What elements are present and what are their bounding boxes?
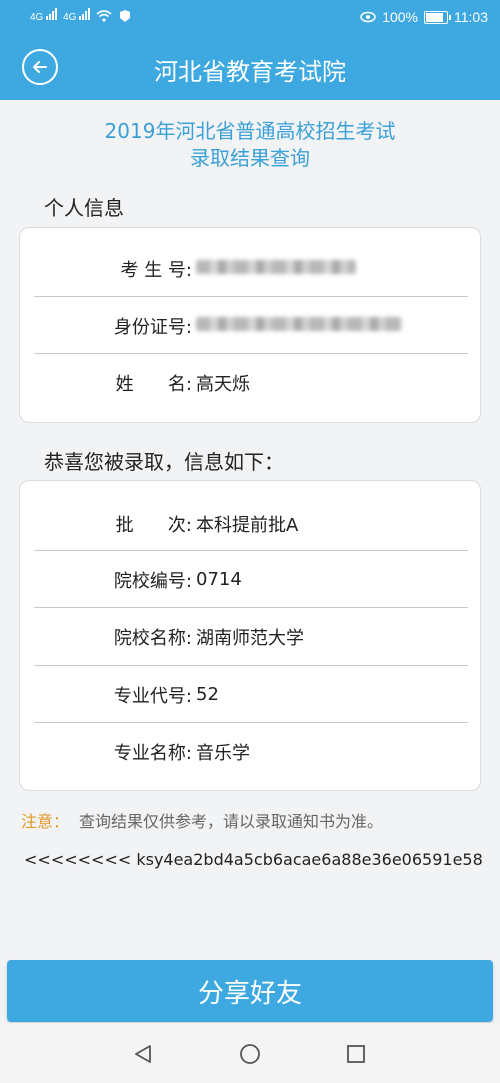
- personal-info-label: 个人信息: [44, 196, 124, 220]
- nav-home-icon[interactable]: [239, 1043, 261, 1065]
- query-heading-line2: 录取结果查询: [190, 146, 310, 170]
- signal-bars-icon: [79, 8, 91, 20]
- query-heading-line1: 2019年河北省普通高校招生考试: [104, 119, 396, 143]
- signal-bars-icon: [46, 8, 58, 20]
- note-lead: 注意：: [21, 812, 70, 831]
- batch-key: 批 次:: [115, 514, 192, 536]
- battery-percent: 100%: [382, 9, 418, 25]
- signal-1: 4G: [30, 8, 58, 23]
- network-type-1: 4G: [30, 12, 44, 23]
- admission-info-card: 批 次: 本科提前批A 院校编号: 0714 院校名称: 湖南师范大学 专业代号…: [19, 480, 481, 791]
- redacted-value: [196, 260, 356, 274]
- share-button[interactable]: 分享好友: [7, 960, 493, 1022]
- status-bar: 4G 4G 100% 11:03: [0, 0, 500, 36]
- admission-info-label: 恭喜您被录取，信息如下：: [44, 450, 284, 474]
- nav-back-icon[interactable]: [132, 1043, 154, 1065]
- name-value: 高天烁: [196, 373, 250, 395]
- wifi-icon: [96, 9, 112, 22]
- major-code-key: 专业代号:: [113, 685, 192, 707]
- eye-comfort-icon: [360, 11, 376, 23]
- note-text: 查询结果仅供参考，请以录取通知书为准。: [79, 812, 384, 831]
- school-code-row: 院校编号: 0714: [32, 551, 468, 608]
- school-code-key: 院校编号:: [113, 570, 192, 592]
- name-row: 姓 名: 高天烁: [32, 354, 468, 411]
- battery-icon: [424, 10, 451, 24]
- exam-number-row: 考 生 号:: [32, 240, 468, 297]
- personal-info-card: 考 生 号: 身份证号: 姓 名: 高天烁: [19, 227, 481, 423]
- app-notification-icon: [120, 9, 131, 22]
- query-heading: 2019年河北省普通高校招生考试 录取结果查询: [0, 118, 500, 172]
- system-nav-bar: [0, 1023, 500, 1083]
- major-name-key: 专业名称:: [113, 742, 192, 764]
- network-type-2: 4G: [63, 12, 77, 23]
- exam-number-key: 考 生 号:: [120, 259, 192, 281]
- school-code-value: 0714: [196, 569, 242, 590]
- page-title: 河北省教育考试院: [154, 58, 346, 86]
- id-number-value: [196, 315, 402, 336]
- redacted-value: [196, 317, 402, 331]
- major-code-value: 52: [196, 684, 219, 705]
- school-name-value: 湖南师范大学: [196, 627, 304, 649]
- nav-recents-icon[interactable]: [345, 1043, 367, 1065]
- id-number-row: 身份证号:: [32, 297, 468, 354]
- major-name-row: 专业名称: 音乐学: [32, 723, 468, 780]
- major-code-row: 专业代号: 52: [32, 666, 468, 723]
- clock: 11:03: [454, 9, 488, 25]
- name-key: 姓 名:: [115, 373, 192, 395]
- batch-row: 批 次: 本科提前批A: [32, 495, 468, 552]
- exam-number-value: [196, 258, 356, 279]
- major-name-value: 音乐学: [196, 742, 250, 764]
- disclaimer-note: 注意： 查询结果仅供参考，请以录取通知书为准。: [21, 808, 383, 832]
- school-name-row: 院校名称: 湖南师范大学: [32, 608, 468, 665]
- school-name-key: 院校名称:: [113, 627, 192, 649]
- batch-value: 本科提前批A: [196, 514, 299, 536]
- battery-fill: [426, 12, 443, 22]
- verification-code: <<<<<<<< ksy4ea2bd4a5cb6acae6a88e36e0659…: [24, 850, 483, 869]
- signal-2: 4G: [63, 8, 91, 23]
- app-header: 4G 4G 100% 11:03 河北省教育考试院: [0, 0, 500, 100]
- id-number-key: 身份证号:: [113, 316, 192, 338]
